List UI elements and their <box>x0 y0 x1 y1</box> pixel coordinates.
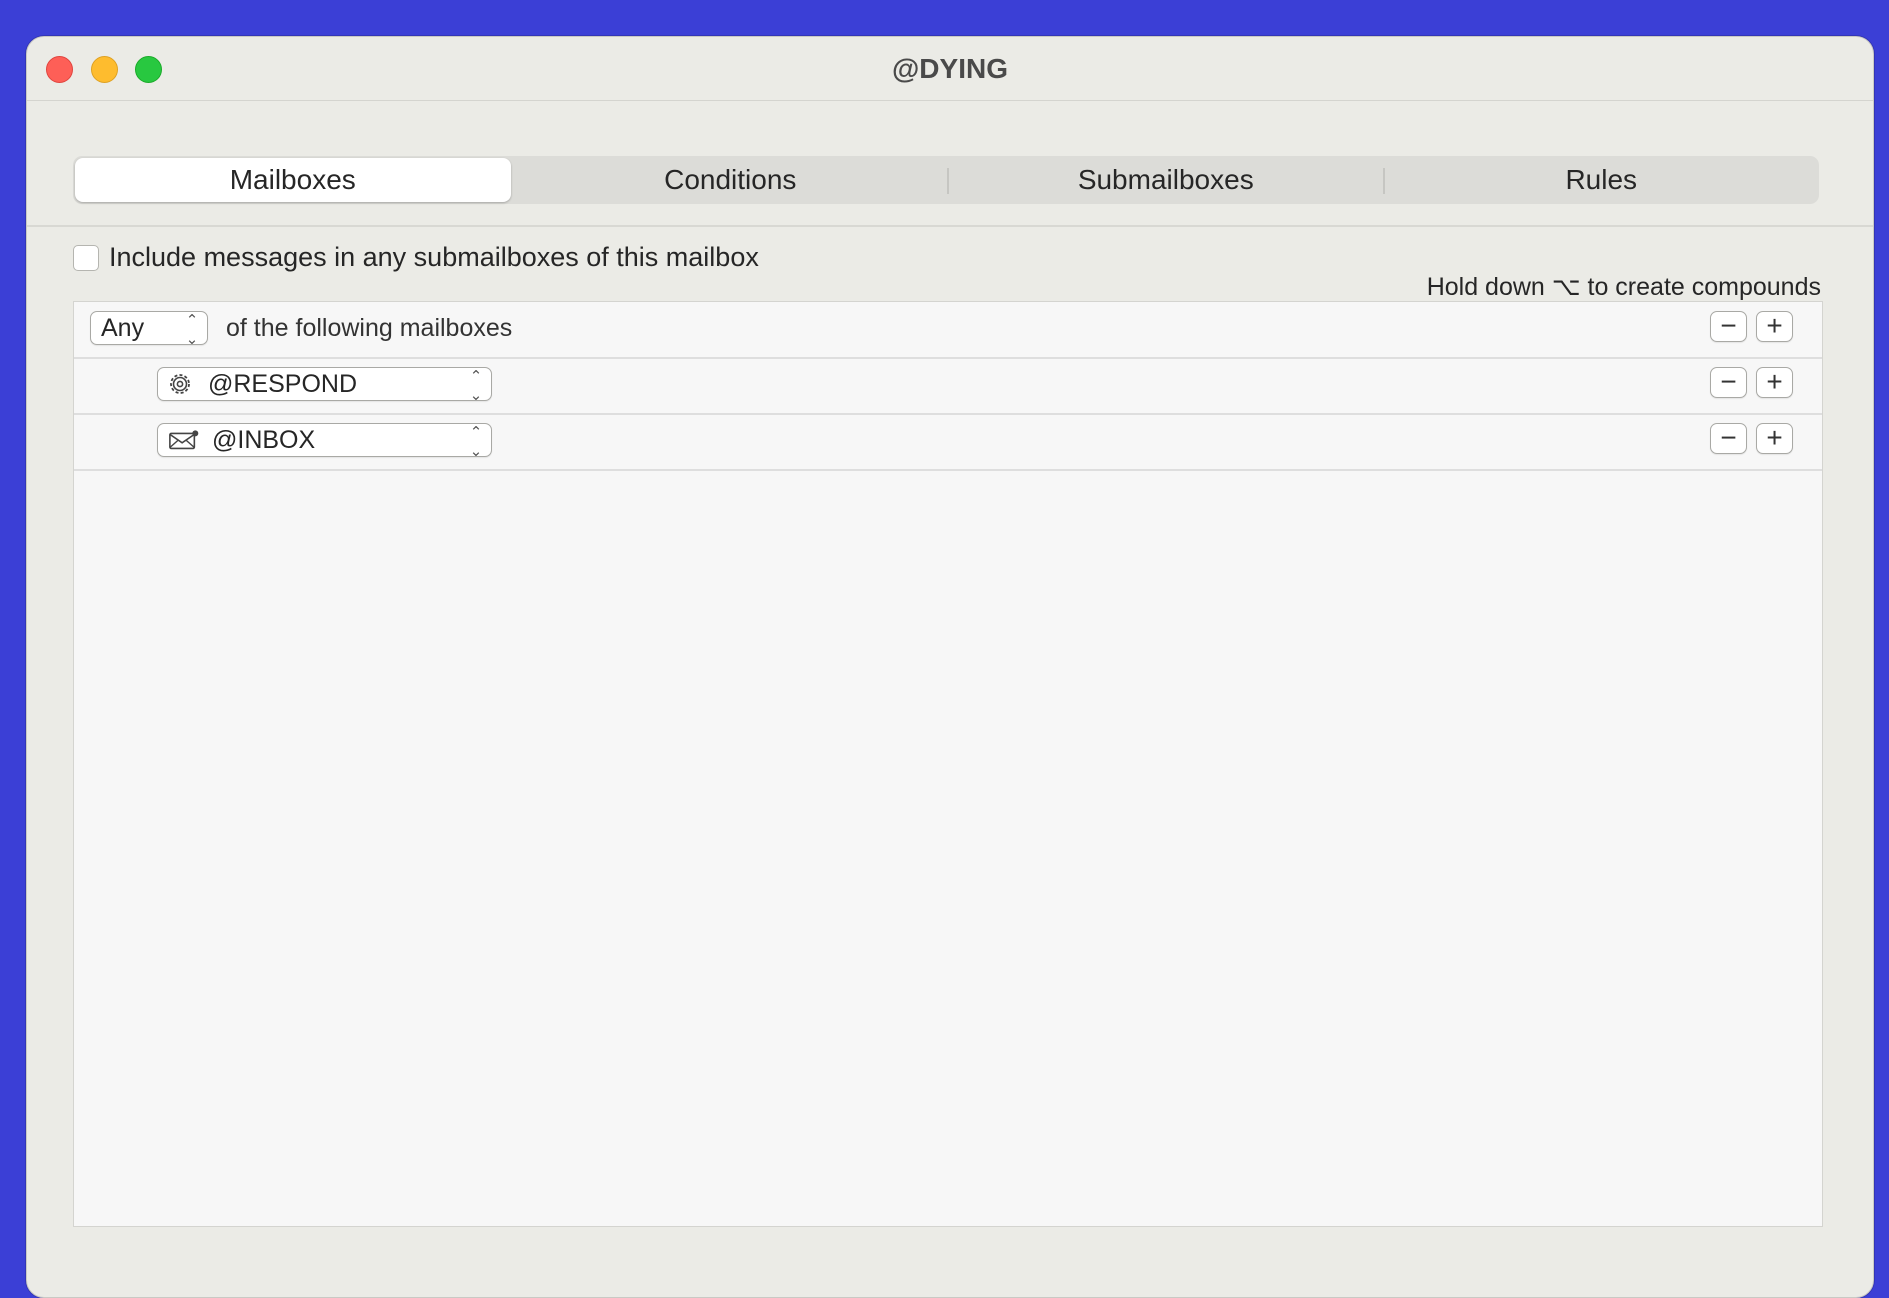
remove-criterion-button[interactable]: − <box>1710 423 1747 454</box>
criteria-header-row: Any ⌃ ⌃ of the following mailboxes − + <box>74 302 1822 359</box>
add-criterion-button[interactable]: + <box>1756 423 1793 454</box>
match-description: of the following mailboxes <box>226 314 513 342</box>
match-selector-value: Any <box>101 314 145 342</box>
tab-submailboxes-label: Submailboxes <box>1077 164 1254 195</box>
criterion-row: @RESPOND ⌃ ⌃ − + <box>74 358 1822 415</box>
include-submailboxes-checkbox[interactable] <box>73 244 99 271</box>
add-criterion-button[interactable]: + <box>1756 367 1793 398</box>
compound-hint: Hold down ⌥ to create compounds <box>1426 273 1821 301</box>
criteria-panel: Any ⌃ ⌃ of the following mailboxes − + @R… <box>73 301 1823 1227</box>
mailbox-popup-respond[interactable]: @RESPOND ⌃ ⌃ <box>157 367 492 403</box>
tab-rules[interactable]: Rules <box>1382 156 1820 204</box>
remove-criterion-button[interactable]: − <box>1710 367 1747 398</box>
criterion-row: @INBOX ⌃ ⌃ − + <box>74 414 1822 471</box>
mailbox-popup-inbox[interactable]: @INBOX ⌃ ⌃ <box>157 423 492 459</box>
tab-conditions-label: Conditions <box>664 164 797 195</box>
smart-mailbox-window: @DYING Mailboxes Conditions Submailboxes… <box>26 36 1874 1298</box>
segmented-tab-control: Mailboxes Conditions Submailboxes Rules <box>73 156 1819 204</box>
window-title: @DYING <box>892 53 1008 84</box>
match-selector-popup[interactable]: Any ⌃ ⌃ <box>90 311 208 347</box>
tab-separator <box>947 168 949 194</box>
tab-separator <box>1382 168 1385 194</box>
title-bar: @DYING <box>27 37 1873 99</box>
tab-rules-label: Rules <box>1565 164 1638 195</box>
chevron-up-down-icon: ⌃ ⌃ <box>185 312 199 347</box>
include-submailboxes-row: Include messages in any submailboxes of … <box>73 242 759 273</box>
tab-bar-area: Mailboxes Conditions Submailboxes Rules <box>27 100 1873 227</box>
add-criterion-button[interactable]: + <box>1756 311 1793 342</box>
gear-icon <box>170 374 190 394</box>
mailbox-envelope-icon <box>169 430 199 450</box>
remove-criterion-button[interactable]: − <box>1710 311 1747 342</box>
chevron-up-down-icon: ⌃ ⌃ <box>469 424 483 459</box>
mailbox-name: @INBOX <box>212 426 316 454</box>
tab-conditions[interactable]: Conditions <box>513 156 949 204</box>
include-submailboxes-label[interactable]: Include messages in any submailboxes of … <box>109 242 759 273</box>
mailbox-name: @RESPOND <box>208 370 358 398</box>
tab-mailboxes[interactable]: Mailboxes <box>75 158 511 202</box>
tab-submailboxes[interactable]: Submailboxes <box>947 156 1384 204</box>
chevron-up-down-icon: ⌃ ⌃ <box>469 368 483 403</box>
